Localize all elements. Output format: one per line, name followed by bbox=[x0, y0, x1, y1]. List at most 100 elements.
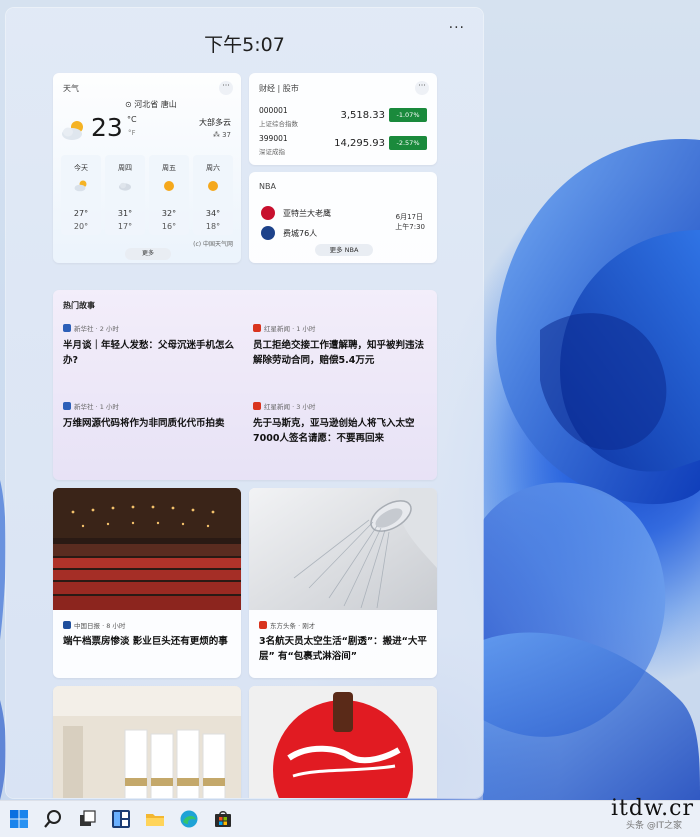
nba-widget[interactable]: NBA 亚特兰大老鹰 费城76人 6月17日 上午7:30 更多 NBA bbox=[249, 172, 437, 263]
forecast-low: 20° bbox=[73, 222, 89, 231]
story-headline: 员工拒绝交接工作遭解聘，知乎被判违法解除劳动合同，赔偿5.4万元 bbox=[253, 340, 425, 366]
store-icon[interactable] bbox=[213, 809, 233, 829]
news-card[interactable]: 东方头条 · 刚才 3名航天员太空生活“剧透”：搬进“大平层” 有“包裹式淋浴间… bbox=[249, 488, 437, 678]
humidity-icon: ⁂ bbox=[212, 131, 223, 139]
location-pin-icon: ⊙ bbox=[125, 100, 135, 109]
76ers-logo-icon bbox=[261, 226, 275, 240]
hongxing-logo-icon bbox=[253, 324, 261, 332]
stock-code: 000001 bbox=[259, 106, 288, 115]
story-headline: 万维网源代码将作为非同质化代币拍卖 bbox=[63, 418, 225, 429]
coca-cola-sign-image bbox=[249, 686, 437, 798]
forecast-day[interactable]: 周五 32° 16° bbox=[149, 155, 189, 235]
forecast-high: 31° bbox=[117, 209, 133, 218]
widgets-panel: 下午5:07 ··· 天气 ··· ⊙ 河北省 唐山 23 °C °F 大部多云… bbox=[6, 8, 483, 798]
story-headline: 先于马斯克，亚马逊创始人将飞入太空 7000人签名请愿：不要再回来 bbox=[253, 418, 415, 444]
cinema-seats-image bbox=[53, 488, 241, 610]
task-view-icon[interactable] bbox=[77, 809, 97, 829]
weather-source: (c) 中国天气网 bbox=[193, 241, 233, 248]
chinadaily-logo-icon bbox=[63, 621, 71, 629]
weather-condition: 大部多云 bbox=[199, 118, 231, 127]
team-row[interactable]: 亚特兰大老鹰 bbox=[261, 206, 381, 222]
forecast-row: 今天 27° 20° 周四 31° 17° 周五 32° 16° 周六 34° bbox=[61, 155, 233, 235]
edge-browser-icon[interactable] bbox=[179, 809, 199, 829]
partly-cloudy-icon bbox=[74, 180, 87, 192]
windows-start-icon[interactable] bbox=[9, 809, 29, 829]
game-date: 6月17日 bbox=[395, 213, 423, 221]
story-item[interactable]: 红星新闻 · 1 小时 员工拒绝交接工作遭解聘，知乎被判违法解除劳动合同，赔偿5… bbox=[253, 324, 433, 368]
story-headline: 半月谈｜年轻人发愁：父母沉迷手机怎么办? bbox=[63, 340, 235, 366]
stock-name: 上证综合指数 bbox=[259, 120, 298, 128]
game-time: 上午7:30 bbox=[395, 223, 425, 231]
top-stories-widget: 热门故事 新华社 · 2 小时 半月谈｜年轻人发愁：父母沉迷手机怎么办? 红星新… bbox=[53, 290, 437, 480]
forecast-day-name: 周五 bbox=[162, 164, 176, 172]
forecast-high: 32° bbox=[161, 209, 177, 218]
forecast-low: 17° bbox=[117, 222, 133, 231]
stock-value: 3,518.33 bbox=[340, 110, 385, 121]
team-row[interactable]: 费城76人 bbox=[261, 226, 381, 242]
story-source: 东方头条 · 刚才 bbox=[270, 622, 316, 630]
xinhua-logo-icon bbox=[63, 324, 71, 332]
nba-title: NBA bbox=[259, 182, 276, 191]
stock-name: 深证成指 bbox=[259, 148, 285, 156]
news-card[interactable] bbox=[249, 686, 437, 798]
product-packages-image bbox=[53, 686, 241, 798]
story-source: 中国日报 · 8 小时 bbox=[74, 622, 126, 630]
dongfang-logo-icon bbox=[259, 621, 267, 629]
cloudy-icon bbox=[119, 182, 131, 191]
fahrenheit-toggle[interactable]: °F bbox=[128, 129, 136, 137]
forecast-low: 18° bbox=[205, 222, 221, 231]
humidity-value: 37 bbox=[222, 131, 231, 139]
forecast-day-name: 今天 bbox=[74, 164, 88, 172]
stocks-title: 财经 | 股市 bbox=[259, 84, 299, 93]
weather-location[interactable]: ⊙ 河北省 唐山 bbox=[125, 99, 177, 110]
stock-change-badge: -2.57% bbox=[389, 136, 427, 150]
story-headline: 端午档票房惨淡 影业巨头还有更烦的事 bbox=[63, 636, 228, 647]
stock-code: 399001 bbox=[259, 134, 288, 143]
stock-row[interactable]: 399001 深证成指 14,295.93 -2.57% bbox=[259, 134, 429, 160]
watermark-subtext: 头条 @IT之家 bbox=[625, 821, 682, 831]
news-card[interactable]: 中国日报 · 8 小时 端午档票房惨淡 影业巨头还有更烦的事 bbox=[53, 488, 241, 678]
team-name: 亚特兰大老鹰 bbox=[283, 209, 331, 218]
hawks-logo-icon bbox=[261, 206, 275, 220]
story-item[interactable]: 红星新闻 · 3 小时 先于马斯克，亚马逊创始人将飞入太空 7000人签名请愿：… bbox=[253, 402, 433, 446]
hongxing-logo-icon bbox=[253, 402, 261, 410]
panel-clock: 下午5:07 bbox=[204, 34, 285, 56]
forecast-day[interactable]: 周六 34° 18° bbox=[193, 155, 233, 235]
story-item[interactable]: 新华社 · 2 小时 半月谈｜年轻人发愁：父母沉迷手机怎么办? bbox=[63, 324, 243, 368]
stock-value: 14,295.93 bbox=[334, 138, 385, 149]
widgets-icon[interactable] bbox=[111, 809, 131, 829]
forecast-day[interactable]: 周四 31° 17° bbox=[105, 155, 145, 235]
stock-row[interactable]: 000001 上证综合指数 3,518.33 -1.07% bbox=[259, 106, 429, 132]
shower-head-image bbox=[249, 488, 437, 610]
panel-more-button[interactable]: ··· bbox=[449, 20, 465, 36]
stocks-widget[interactable]: 财经 | 股市 ··· 000001 上证综合指数 3,518.33 -1.07… bbox=[249, 73, 437, 165]
nba-more-link[interactable]: 更多 NBA bbox=[315, 244, 373, 256]
partly-cloudy-icon bbox=[62, 121, 83, 140]
stock-change-badge: -1.07% bbox=[389, 108, 427, 122]
team-name: 费城76人 bbox=[283, 229, 318, 238]
forecast-low: 16° bbox=[161, 222, 177, 231]
weather-more-link[interactable]: 更多 bbox=[125, 248, 171, 260]
story-source: 红星新闻 · 3 小时 bbox=[264, 403, 316, 411]
forecast-high: 27° bbox=[73, 209, 89, 218]
taskbar bbox=[0, 800, 700, 837]
story-item[interactable]: 新华社 · 1 小时 万维网源代码将作为非同质化代币拍卖 bbox=[63, 402, 243, 431]
sunny-icon bbox=[208, 181, 218, 191]
news-card[interactable] bbox=[53, 686, 241, 798]
weather-title: 天气 bbox=[63, 84, 79, 93]
forecast-day[interactable]: 今天 27° 20° bbox=[61, 155, 101, 235]
xinhua-logo-icon bbox=[63, 402, 71, 410]
file-explorer-icon[interactable] bbox=[145, 809, 165, 829]
story-source: 红星新闻 · 1 小时 bbox=[264, 325, 316, 333]
sunny-icon bbox=[164, 181, 174, 191]
weather-more-button[interactable]: ··· bbox=[219, 81, 233, 95]
weather-humidity: ⁂ 37 bbox=[213, 131, 231, 139]
forecast-day-name: 周六 bbox=[206, 164, 220, 172]
weather-widget[interactable]: 天气 ··· ⊙ 河北省 唐山 23 °C °F 大部多云 ⁂ 37 今天 27… bbox=[53, 73, 241, 263]
story-source: 新华社 · 1 小时 bbox=[74, 403, 119, 411]
top-stories-title: 热门故事 bbox=[63, 301, 95, 310]
search-icon[interactable] bbox=[43, 809, 63, 829]
forecast-day-name: 周四 bbox=[118, 164, 132, 172]
celsius-toggle[interactable]: °C bbox=[127, 115, 137, 124]
stocks-more-button[interactable]: ··· bbox=[415, 81, 429, 95]
